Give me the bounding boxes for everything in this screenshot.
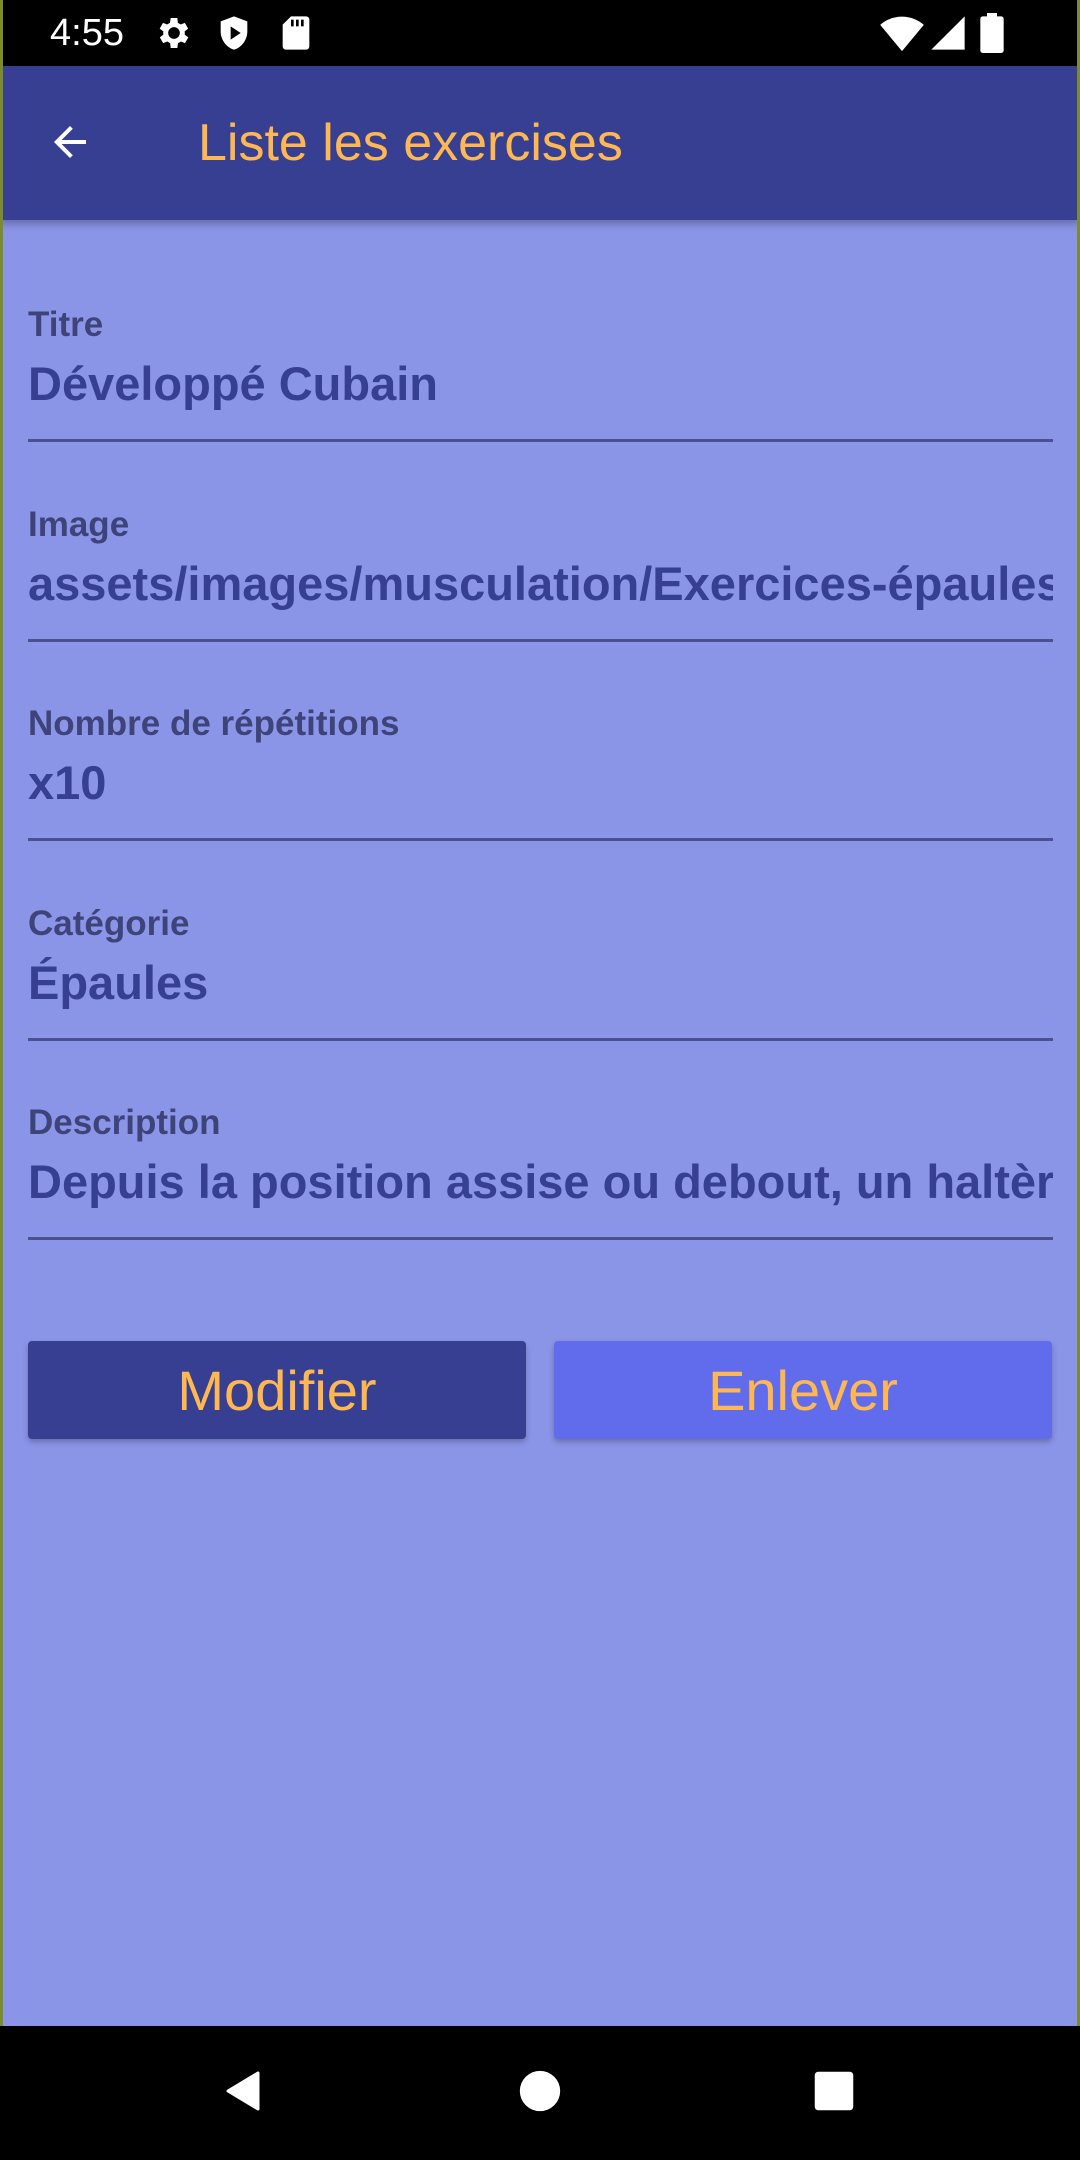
remove-button[interactable]: Enlever [554, 1341, 1052, 1439]
image-field[interactable]: Image assets/images/musculation/Exercice… [28, 483, 1053, 683]
status-time: 4:55 [50, 12, 124, 54]
exercise-detail-content: Titre Développé Cubain Image assets/imag… [0, 66, 1080, 2026]
status-bar: 4:55 [0, 0, 1080, 66]
image-field-underline [28, 639, 1053, 642]
page-title: Liste les exercises [198, 114, 623, 172]
category-field[interactable]: Catégorie Épaules [28, 882, 1053, 1082]
repetitions-field-value[interactable]: x10 [28, 752, 1053, 814]
nav-back-button[interactable] [204, 2053, 284, 2133]
system-nav-bar [0, 2026, 1080, 2160]
description-field-underline [28, 1237, 1053, 1240]
signal-icon [928, 13, 968, 53]
sd-card-icon [276, 13, 316, 53]
title-field-underline [28, 439, 1053, 442]
phone-screen: 4:55 Titre Développé Cubain Image assets… [0, 0, 1080, 2160]
repetitions-field-underline [28, 838, 1053, 841]
recents-square-icon [813, 2070, 855, 2117]
description-field-label: Description [28, 1103, 221, 1142]
back-triangle-icon [220, 2067, 268, 2120]
image-field-value[interactable]: assets/images/musculation/Exercices-épau… [28, 553, 1053, 615]
nav-home-button[interactable] [500, 2053, 580, 2133]
title-field[interactable]: Titre Développé Cubain [28, 283, 1053, 483]
back-button[interactable] [30, 104, 110, 184]
category-field-label: Catégorie [28, 904, 190, 943]
category-field-value[interactable]: Épaules [28, 952, 1053, 1014]
arrow-back-icon [46, 118, 94, 171]
app-bar: Liste les exercises [0, 66, 1080, 220]
title-field-value[interactable]: Développé Cubain [28, 353, 1053, 415]
description-field-value[interactable]: Depuis la position assise ou debout, un … [28, 1151, 1053, 1213]
battery-icon [978, 13, 1006, 53]
category-field-underline [28, 1038, 1053, 1041]
nav-recents-button[interactable] [794, 2053, 874, 2133]
modify-button[interactable]: Modifier [28, 1341, 526, 1439]
wifi-icon [880, 13, 924, 53]
description-field[interactable]: Description Depuis la position assise ou… [28, 1081, 1053, 1281]
home-circle-icon [518, 2069, 562, 2118]
image-field-label: Image [28, 505, 130, 544]
play-protect-icon [214, 13, 254, 53]
repetitions-field-label: Nombre de répétitions [28, 704, 400, 743]
title-field-label: Titre [28, 305, 104, 344]
repetitions-field[interactable]: Nombre de répétitions x10 [28, 682, 1053, 882]
settings-icon [154, 13, 194, 53]
